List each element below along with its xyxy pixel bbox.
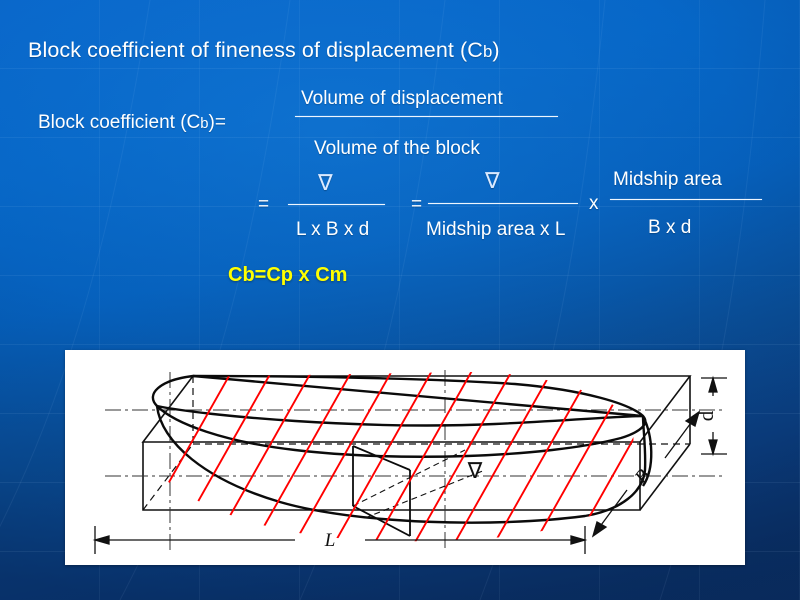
dimension-length [92,526,588,554]
section-hatching [130,372,634,542]
page-title-main: Block coefficient of fineness of displac… [28,38,483,62]
fraction-3-denominator: Midship area x L [426,219,566,240]
page-title: Block coefficient of fineness of displac… [28,38,500,63]
label-length: L [324,530,336,551]
equals-sign-1: = [258,194,270,215]
fraction-2-numerator-nabla: ∇ [318,170,333,195]
fraction-4-denominator: B x d [648,217,692,238]
label-volume-nabla: ∇ [467,458,483,483]
fraction-1-denominator: Volume of the block [314,138,480,159]
fraction-3-numerator-nabla: ∇ [485,168,500,193]
fraction-1-bar [295,116,558,117]
ship-block-diagram: L B d ∇ [92,370,727,554]
fraction-1-numerator: Volume of displacement [301,88,503,109]
label-breadth: B [631,465,655,487]
label-draft: d [694,410,718,421]
equals-sign-2: = [411,194,423,215]
formula-left-label-tail: )= [208,112,226,133]
multiplication-sign: x [589,193,599,214]
result-equation: Cb=Cp x Cm [228,264,348,286]
fraction-4-numerator: Midship area [613,169,722,190]
midship-section-hidden-edges [352,449,486,519]
formula-left-label: Block coefficient (Cb)= [38,112,226,134]
formula-left-label-main: Block coefficient (C [38,112,201,133]
fraction-2-bar [288,204,385,205]
reference-chain-lines [105,370,725,550]
fraction-4-bar [610,199,762,200]
ship-block-diagram-panel: L B d ∇ [65,350,745,565]
fraction-2-denominator: L x B x d [296,219,370,240]
slide: Block coefficient of fineness of displac… [0,0,800,600]
page-title-tail: ) [492,38,500,62]
formula-left-label-subscript: b [200,116,209,132]
fraction-3-bar [428,203,578,204]
page-title-subscript: b [482,42,493,61]
